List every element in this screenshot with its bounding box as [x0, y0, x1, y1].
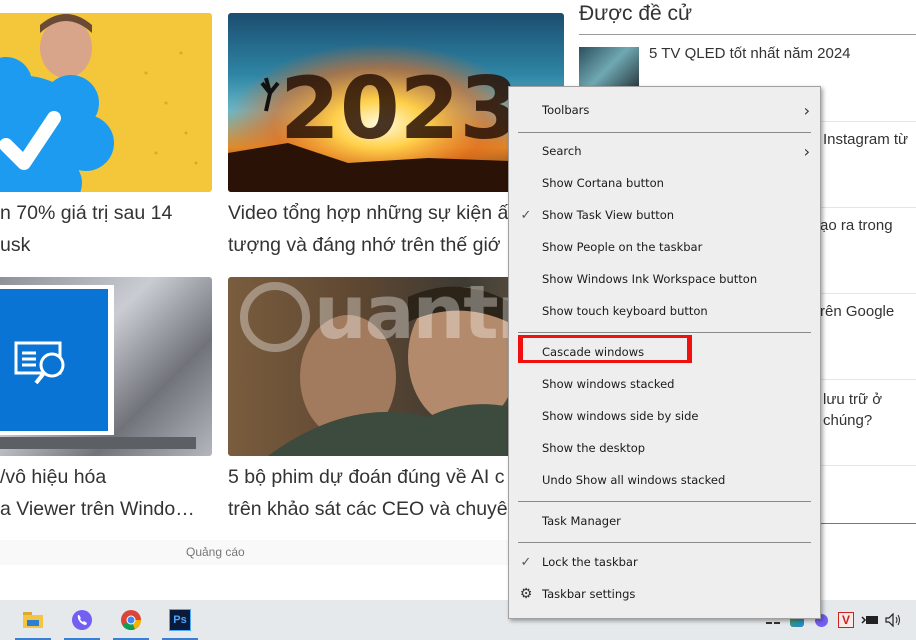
menu-separator [518, 501, 811, 502]
menu-separator [518, 132, 811, 133]
article-title-line: tượng và đáng nhớ trên thế giớ [228, 234, 501, 256]
taskbar-app-viber[interactable] [60, 600, 104, 640]
tray-vietkey-icon[interactable]: V [836, 610, 856, 630]
article-title-line: usk [0, 234, 31, 256]
chrome-icon [121, 610, 142, 631]
sidebar-item[interactable]: ạo ra trong [820, 217, 893, 234]
image-bar [0, 437, 196, 449]
tray-battery-icon[interactable] [860, 610, 880, 630]
menu-item-search[interactable]: Search › [509, 136, 820, 166]
menu-item-label: Show People on the taskbar [542, 240, 703, 254]
highlight-annotation [518, 335, 692, 363]
checkmark-icon: ✓ [520, 554, 532, 570]
taskbar-app-photoshop[interactable]: Ps [158, 600, 202, 640]
menu-item-label: Search [542, 144, 582, 158]
article-title-line: 5 bộ phim dự đoán đúng về AI c [228, 466, 505, 488]
menu-item-label: Show Task View button [542, 208, 675, 222]
ad-label: Quảng cáo [186, 545, 245, 559]
sidebar-item[interactable]: rên Google [820, 303, 894, 320]
menu-item-label: Show windows stacked [542, 377, 675, 391]
article-title-line: trên khảo sát các CEO và chuyê [228, 498, 508, 520]
menu-separator [518, 542, 811, 543]
menu-item-label: Task Manager [542, 514, 621, 528]
menu-item-label: Show touch keyboard button [542, 304, 708, 318]
article-title-line: Video tổng hợp những sự kiện ấ [228, 202, 509, 224]
chevron-right-icon: › [803, 141, 810, 161]
menu-item-show-touch-keyboard[interactable]: Show touch keyboard button [509, 296, 820, 326]
page: n 70% giá trị sau 14 usk 2023 Video tổng… [0, 0, 916, 640]
menu-item-label: Lock the taskbar [542, 555, 638, 569]
verified-badge-illustration [0, 14, 198, 192]
menu-item-task-manager[interactable]: Task Manager [509, 506, 820, 536]
sidebar-thumbnail[interactable] [579, 47, 639, 87]
menu-item-label: Toolbars [542, 103, 590, 117]
photoshop-icon: Ps [169, 609, 191, 631]
volume-icon [885, 613, 900, 627]
menu-item-label: Show Windows Ink Workspace button [542, 272, 758, 286]
menu-item-show-desktop[interactable]: Show the desktop [509, 433, 820, 463]
sidebar-item-line: chúng? [823, 412, 873, 429]
menu-item-show-cortana-button[interactable]: Show Cortana button [509, 168, 820, 198]
app-tile [0, 289, 108, 431]
menu-item-show-task-view-button[interactable]: ✓ Show Task View button [509, 200, 820, 230]
menu-item-label: Undo Show all windows stacked [542, 473, 726, 487]
article-title-line: a Viewer trên Windo… [0, 498, 195, 520]
article-title[interactable]: n 70% giá trị sau 14 usk [0, 197, 212, 261]
menu-item-undo-stacked[interactable]: Undo Show all windows stacked [509, 465, 820, 495]
article-title[interactable]: 5 bộ phim dự đoán đúng về AI c trên khảo… [228, 461, 510, 525]
menu-item-lock-taskbar[interactable]: ✓ Lock the taskbar [509, 547, 820, 577]
ad-strip [0, 540, 510, 565]
battery-icon [861, 616, 878, 624]
sidebar-title: Được đề cử [579, 2, 693, 25]
sidebar-item[interactable]: Instagram từ [823, 131, 908, 148]
menu-item-label: Show windows side by side [542, 409, 699, 423]
sidebar-item[interactable]: 5 TV QLED tốt nhất năm 2024 [649, 45, 851, 62]
article-image-puzzle[interactable] [0, 277, 212, 456]
article-title[interactable]: /vô hiệu hóa a Viewer trên Windo… [0, 461, 212, 525]
sidebar-divider [579, 34, 916, 35]
sidebar-bottom-divider [820, 523, 916, 524]
sidebar-item[interactable]: lưu trữ ở chúng? [823, 389, 882, 431]
data-viewer-icon [14, 341, 65, 385]
menu-item-taskbar-settings[interactable]: ⚙ Taskbar settings [509, 579, 820, 609]
menu-item-label: Show Cortana button [542, 176, 664, 190]
taskbar-app-chrome[interactable] [109, 600, 153, 640]
tray-volume-icon[interactable] [884, 610, 904, 630]
vietkey-icon: V [838, 612, 854, 628]
menu-item-label: Show the desktop [542, 441, 646, 455]
menu-item-toolbars[interactable]: Toolbars › [509, 95, 820, 125]
taskbar-app-file-explorer[interactable] [11, 600, 55, 640]
menu-separator [518, 332, 811, 333]
menu-item-show-windows-stacked[interactable]: Show windows stacked [509, 369, 820, 399]
article-title-line: n 70% giá trị sau 14 [0, 202, 173, 224]
menu-item-label: Taskbar settings [542, 587, 636, 601]
year-text: 2023 [280, 59, 519, 159]
checkmark-icon: ✓ [520, 207, 532, 223]
sidebar-item-line: lưu trữ ở [823, 391, 883, 408]
article-title-line: /vô hiệu hóa [0, 466, 107, 488]
article-title[interactable]: Video tổng hợp những sự kiện ấ tượng và … [228, 197, 510, 261]
menu-item-show-people[interactable]: Show People on the taskbar [509, 232, 820, 262]
viber-icon [72, 610, 92, 630]
article-image-musk[interactable] [0, 13, 212, 192]
folder-icon [23, 612, 43, 628]
gear-icon: ⚙ [519, 586, 533, 602]
chevron-right-icon: › [803, 100, 810, 120]
menu-item-show-windows-side-by-side[interactable]: Show windows side by side [509, 401, 820, 431]
menu-item-show-ink-workspace[interactable]: Show Windows Ink Workspace button [509, 264, 820, 294]
